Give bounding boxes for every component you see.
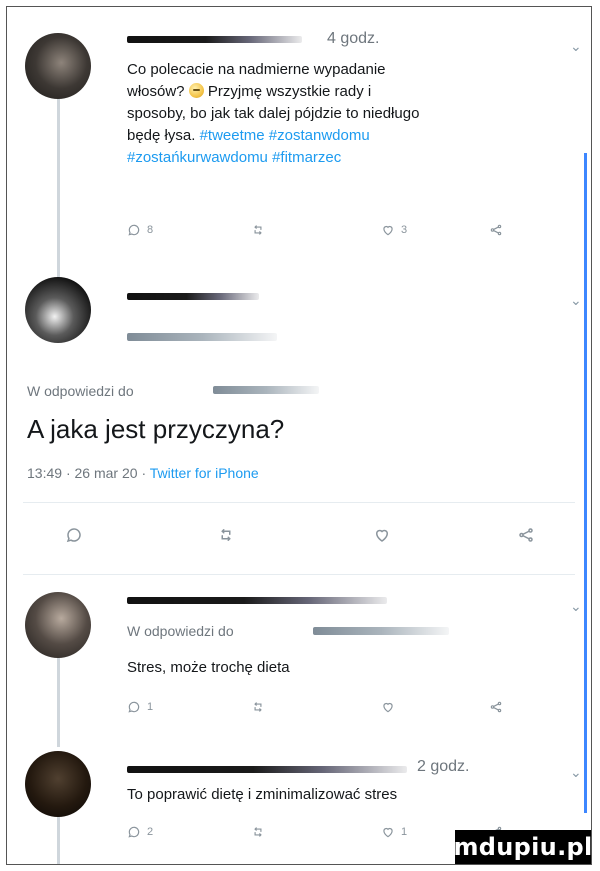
retweet-button[interactable] bbox=[251, 825, 265, 839]
reply-context: W odpowiedzi do bbox=[27, 383, 134, 399]
avatar[interactable] bbox=[25, 33, 91, 99]
post-text: Co polecacie na nadmierne wypadanie włos… bbox=[127, 59, 547, 169]
post-time: 4 godz. bbox=[327, 30, 380, 47]
reply-icon bbox=[127, 825, 141, 839]
reply-count: 1 bbox=[147, 701, 154, 713]
post-actions bbox=[65, 526, 545, 550]
post-meta: 13:49 · 26 mar 20 · Twitter for iPhone bbox=[27, 465, 259, 481]
post-time: 13:49 bbox=[27, 465, 63, 481]
redacted-reply-target bbox=[313, 627, 449, 635]
reply-context: W odpowiedzi do bbox=[127, 623, 234, 639]
redacted-name bbox=[127, 766, 407, 773]
heart-icon bbox=[373, 526, 391, 544]
like-button[interactable]: 3 bbox=[381, 223, 407, 237]
retweet-button[interactable] bbox=[251, 700, 265, 714]
heart-icon bbox=[381, 825, 395, 839]
divider bbox=[23, 502, 575, 503]
post-text: Stres, może trochę dieta bbox=[127, 659, 290, 676]
post-text-line-3: sposoby, bo jak tak dalej pójdzie to nie… bbox=[127, 105, 420, 122]
hashtag-link[interactable]: #tweetme bbox=[200, 127, 265, 144]
share-button[interactable] bbox=[517, 526, 535, 544]
retweet-button[interactable] bbox=[251, 223, 265, 237]
source-link[interactable]: Twitter for iPhone bbox=[150, 465, 259, 481]
scroll-accent bbox=[584, 153, 587, 813]
main-post-text: A jaka jest przyczyna? bbox=[27, 414, 285, 444]
redacted-name bbox=[127, 597, 387, 604]
reply-icon bbox=[127, 223, 141, 237]
retweet-icon bbox=[251, 700, 265, 714]
retweet-icon bbox=[251, 825, 265, 839]
reply-button[interactable]: 2 bbox=[127, 825, 153, 839]
like-count: 3 bbox=[401, 224, 408, 236]
post-actions: 8 3 bbox=[127, 223, 517, 247]
share-button[interactable] bbox=[489, 223, 503, 237]
reply-count: 2 bbox=[147, 826, 154, 838]
divider bbox=[23, 574, 575, 575]
reply-label: W odpowiedzi do bbox=[127, 623, 234, 639]
post-text-line-2b: Przyjmę wszystkie rady i bbox=[207, 83, 372, 100]
redacted-name bbox=[127, 36, 302, 43]
share-button[interactable] bbox=[489, 700, 503, 714]
post-text-line-4: będę łysa. bbox=[127, 127, 196, 144]
like-button[interactable] bbox=[373, 526, 391, 544]
avatar[interactable] bbox=[25, 592, 91, 658]
share-icon bbox=[489, 223, 503, 237]
share-icon bbox=[517, 526, 535, 544]
chevron-down-icon[interactable]: ⌄ bbox=[570, 293, 582, 307]
like-button[interactable] bbox=[381, 700, 395, 714]
redacted-handle bbox=[127, 333, 277, 341]
share-icon bbox=[489, 700, 503, 714]
avatar[interactable] bbox=[25, 751, 91, 817]
emoji-icon bbox=[188, 83, 204, 98]
heart-icon bbox=[381, 700, 395, 714]
chevron-down-icon[interactable]: ⌄ bbox=[570, 765, 582, 779]
redacted-reply-target bbox=[213, 386, 319, 394]
hashtag-link[interactable]: #zostańkurwawdomu bbox=[127, 149, 268, 166]
watermark: mdupiu.pl bbox=[454, 830, 591, 864]
redacted-name bbox=[127, 293, 259, 300]
screenshot-frame: 4 godz. ⌄ Co polecacie na nadmierne wypa… bbox=[6, 6, 592, 865]
heart-icon bbox=[381, 223, 395, 237]
reply-button[interactable]: 8 bbox=[127, 223, 153, 237]
chevron-down-icon[interactable]: ⌄ bbox=[570, 39, 582, 53]
post-text-line-1: Co polecacie na nadmierne wypadanie bbox=[127, 61, 386, 78]
reply-button[interactable] bbox=[65, 526, 83, 544]
thread-connector-middle bbox=[57, 653, 60, 747]
chevron-down-icon[interactable]: ⌄ bbox=[570, 599, 582, 613]
post-text-line-2a: włosów? bbox=[127, 83, 185, 100]
reply-icon bbox=[65, 526, 83, 544]
reply-button[interactable]: 1 bbox=[127, 700, 153, 714]
like-button[interactable]: 1 bbox=[381, 825, 407, 839]
post-text: To poprawić dietę i zminimalizować stres bbox=[127, 786, 398, 803]
reply-icon bbox=[127, 700, 141, 714]
post-date: 26 mar 20 bbox=[74, 465, 138, 481]
reply-label: W odpowiedzi do bbox=[27, 383, 134, 399]
retweet-icon bbox=[251, 223, 265, 237]
post-actions: 1 bbox=[127, 700, 517, 724]
like-count: 1 bbox=[401, 826, 408, 838]
hashtag-link[interactable]: #zostanwdomu bbox=[269, 127, 370, 144]
reply-count: 8 bbox=[147, 224, 154, 236]
thread-connector-bottom bbox=[57, 815, 60, 864]
hashtag-link[interactable]: #fitmarzec bbox=[272, 149, 341, 166]
post-time: 2 godz. bbox=[417, 758, 470, 775]
thread-connector-top bbox=[57, 99, 60, 279]
avatar[interactable] bbox=[25, 277, 91, 343]
retweet-button[interactable] bbox=[217, 526, 235, 544]
retweet-icon bbox=[217, 526, 235, 544]
